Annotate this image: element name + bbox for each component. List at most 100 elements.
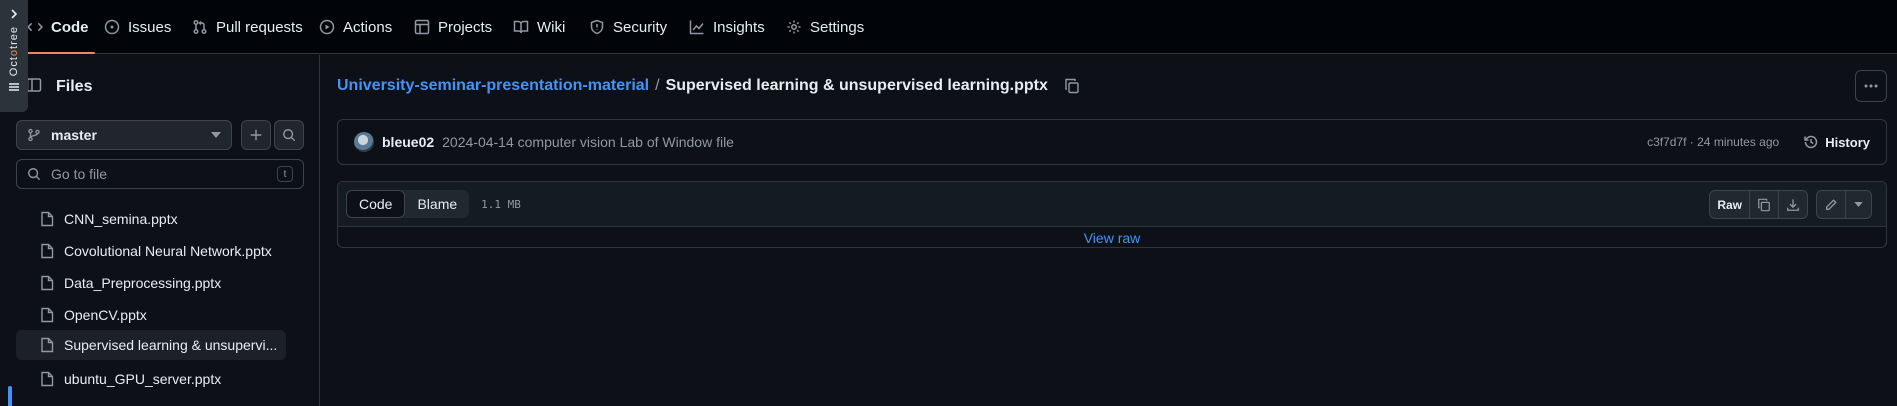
add-file-button[interactable]	[241, 120, 271, 150]
history-icon	[1803, 134, 1819, 150]
tab-actions[interactable]: Actions	[319, 0, 392, 54]
tab-label: Insights	[713, 18, 765, 36]
gear-icon	[786, 19, 802, 35]
file-tree-item[interactable]: ubuntu_GPU_server.pptx	[16, 365, 286, 392]
tab-security[interactable]: Security	[589, 0, 667, 54]
history-button[interactable]: History	[1803, 134, 1870, 150]
octotree-logo: Octotree	[8, 26, 20, 77]
branch-name: master	[51, 127, 97, 143]
git-pull-request-icon	[192, 19, 208, 35]
tab-projects[interactable]: Projects	[414, 0, 492, 54]
pencil-icon	[1824, 198, 1838, 212]
tab-settings[interactable]: Settings	[786, 0, 864, 54]
view-raw-link[interactable]: View raw	[338, 227, 1886, 247]
file-actions: Raw	[1709, 190, 1872, 219]
file-name: ubuntu_GPU_server.pptx	[64, 370, 222, 387]
view-mode-toggle: Code Blame	[346, 190, 470, 218]
triangle-down-icon	[211, 132, 221, 138]
sidebar-collapse-icon[interactable]	[26, 77, 42, 93]
download-icon	[1786, 198, 1800, 212]
branch-selector[interactable]: master	[16, 120, 232, 150]
edit-dropdown-button[interactable]	[1845, 191, 1871, 218]
kebab-horizontal-icon	[1864, 84, 1878, 88]
search-icon	[27, 167, 41, 181]
raw-button[interactable]: Raw	[1710, 191, 1749, 218]
breadcrumb-repo-link[interactable]: University-seminar-presentation-material	[337, 77, 649, 95]
file-name: Supervised learning & unsupervi...	[64, 337, 278, 353]
file-icon	[40, 371, 54, 387]
file-icon	[40, 337, 54, 353]
copy-icon	[1757, 198, 1771, 212]
download-button[interactable]	[1778, 191, 1807, 218]
book-icon	[513, 19, 529, 35]
tab-pull-requests[interactable]: Pull requests	[192, 0, 303, 54]
history-label: History	[1825, 134, 1870, 150]
file-size: 1.1 MB	[481, 197, 521, 211]
code-view-button[interactable]: Code	[346, 190, 406, 218]
commit-meta[interactable]: c3f7d7f · 24 minutes ago	[1647, 135, 1779, 149]
file-tree-item[interactable]: OpenCV.pptx	[16, 301, 286, 328]
selected-indicator	[8, 386, 12, 406]
repo-nav: Code Issues Pull requests Actions Projec…	[0, 0, 1897, 54]
file-icon	[40, 275, 54, 291]
graph-icon	[689, 19, 705, 35]
table-icon	[414, 19, 430, 35]
file-name: Covolutional Neural Network.pptx	[64, 242, 272, 259]
tab-label: Security	[613, 18, 668, 36]
triangle-down-icon	[1854, 202, 1863, 207]
tab-issues[interactable]: Issues	[104, 0, 171, 54]
chevron-right-icon	[9, 8, 19, 20]
sidebar-title: Files	[56, 78, 93, 95]
play-icon	[319, 19, 335, 35]
code-icon	[27, 19, 43, 35]
file-name: CNN_semina.pptx	[64, 210, 178, 227]
search-icon	[282, 128, 296, 142]
file-tree-item-selected[interactable]: Supervised learning & unsupervi...	[16, 330, 286, 360]
go-to-file-input[interactable]	[51, 166, 267, 182]
commit-author[interactable]: bleue02	[382, 134, 434, 150]
breadcrumb: University-seminar-presentation-material…	[337, 77, 1080, 95]
file-name: OpenCV.pptx	[64, 306, 147, 323]
menu-icon	[8, 82, 20, 92]
avatar[interactable]	[354, 132, 374, 152]
raw-actions-group: Raw	[1709, 190, 1808, 219]
go-to-file: t	[16, 159, 304, 189]
tab-wiki[interactable]: Wiki	[513, 0, 565, 54]
plus-icon	[249, 128, 263, 142]
breadcrumb-file-name: Supervised learning & unsupervised learn…	[665, 77, 1048, 94]
file-tree-item[interactable]: CNN_semina.pptx	[16, 205, 286, 232]
tab-insights[interactable]: Insights	[689, 0, 765, 54]
file-icon	[40, 211, 54, 227]
tab-code[interactable]: Code	[21, 0, 94, 54]
file-tree-sidebar: Files master t CNN_semina.pptx Covolutio…	[0, 55, 320, 406]
tab-label: Settings	[810, 18, 865, 36]
file-tree-item[interactable]: Data_Preprocessing.pptx	[16, 269, 286, 296]
octotree-toggle[interactable]: Octotree	[0, 0, 28, 112]
shield-icon	[589, 19, 605, 35]
tab-label: Projects	[438, 18, 493, 36]
keyboard-shortcut-hint: t	[277, 166, 293, 182]
commit-message[interactable]: 2024-04-14 computer vision Lab of Window…	[442, 134, 734, 150]
tab-label: Actions	[343, 18, 393, 36]
tab-label: Wiki	[537, 18, 566, 36]
file-icon	[40, 243, 54, 259]
edit-actions-group	[1816, 190, 1872, 219]
file-tree-item[interactable]: Covolutional Neural Network.pptx	[16, 237, 286, 264]
tab-label: Pull requests	[216, 18, 303, 36]
tab-label: Issues	[128, 18, 172, 36]
copy-path-icon[interactable]	[1064, 78, 1080, 94]
git-branch-icon	[27, 128, 41, 142]
latest-commit: bleue02 2024-04-14 computer vision Lab o…	[337, 119, 1887, 165]
copy-raw-button[interactable]	[1749, 191, 1778, 218]
search-button[interactable]	[274, 120, 304, 150]
edit-button[interactable]	[1817, 191, 1845, 218]
file-viewer: Code Blame 1.1 MB Raw View raw	[337, 181, 1887, 248]
file-header: Code Blame 1.1 MB Raw	[338, 182, 1886, 227]
file-icon	[40, 307, 54, 323]
file-name: Data_Preprocessing.pptx	[64, 274, 222, 291]
tab-label: Code	[51, 18, 89, 36]
blame-view-button[interactable]: Blame	[405, 190, 469, 218]
more-options-button[interactable]	[1855, 70, 1887, 102]
breadcrumb-separator: /	[655, 77, 660, 94]
issue-opened-icon	[104, 19, 120, 35]
